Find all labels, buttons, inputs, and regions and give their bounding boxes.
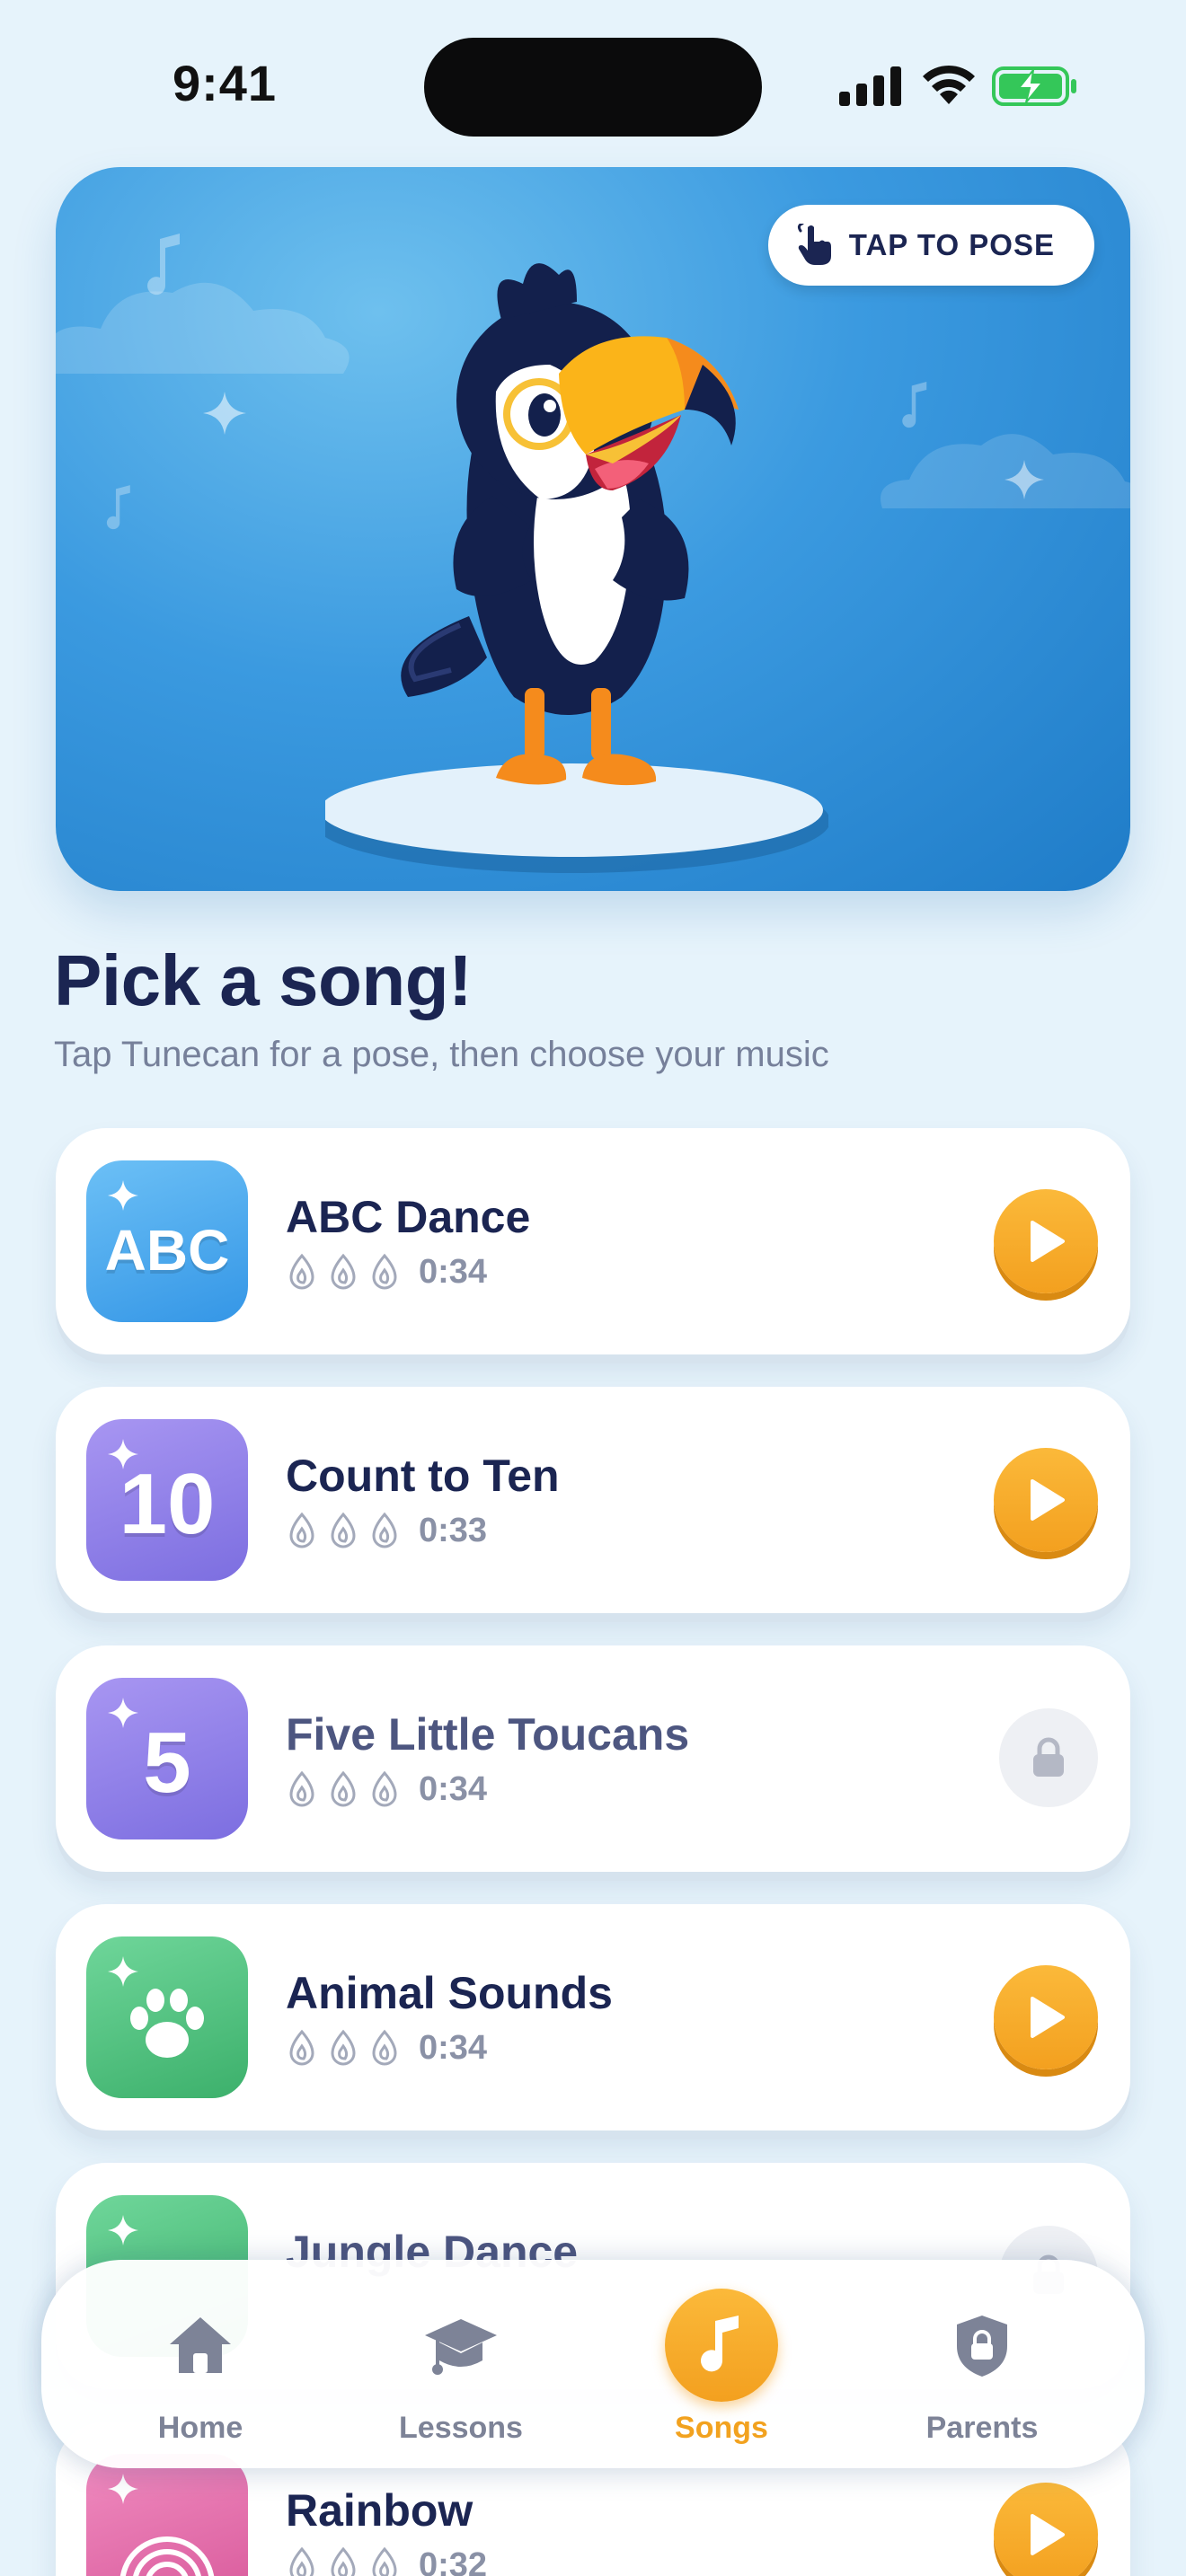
tab-label: Lessons: [399, 2411, 523, 2445]
difficulty-icons: [289, 2546, 397, 2576]
song-title: ABC Dance: [286, 1192, 531, 1242]
song-thumbnail: 5: [86, 1678, 248, 1839]
lock-icon: [1033, 1737, 1064, 1777]
toucan-mascot-illustration[interactable]: [325, 230, 828, 877]
sparkle-icon: [108, 1698, 138, 1728]
song-title: Rainbow: [286, 2485, 474, 2536]
play-icon: [1031, 1479, 1065, 1521]
cloud-decoration: [56, 282, 350, 374]
song-thumb-text: 10: [119, 1456, 216, 1552]
difficulty-icons: [289, 1770, 397, 1807]
bottom-tab-bar: Home Lessons Songs Parents: [41, 2260, 1145, 2468]
song-duration: 0:34: [419, 2028, 488, 2067]
locked-indicator[interactable]: [999, 1708, 1098, 1807]
dynamic-island: [424, 38, 762, 137]
play-button[interactable]: [994, 1448, 1098, 1552]
tap-to-pose-label: TAP TO POSE: [848, 228, 1055, 261]
song-meta: 0:32: [286, 2545, 487, 2576]
page-subtitle: Tap Tunecan for a pose, then choose your…: [54, 1035, 829, 1074]
difficulty-icons: [289, 1512, 397, 1548]
song-thumb-text: ABC: [104, 1218, 230, 1283]
music-note-icon: [701, 2316, 739, 2372]
song-thumbnail: [86, 2454, 248, 2576]
sparkle-icon: [108, 1439, 138, 1469]
song-meta: 0:34: [286, 2028, 487, 2068]
status-bar: 9:41: [0, 0, 1186, 171]
song-card[interactable]: 10 Count to Ten 0:33: [56, 1387, 1130, 1613]
song-meta: 0:34: [286, 1252, 487, 1292]
play-button[interactable]: [994, 1189, 1098, 1293]
battery-charging-icon: [992, 66, 1076, 106]
play-icon: [1031, 1221, 1065, 1262]
difficulty-icons: [289, 2029, 397, 2066]
sparkle-icon: [108, 1956, 138, 1987]
song-duration: 0:34: [419, 1769, 488, 1808]
song-meta: 0:34: [286, 1769, 487, 1809]
play-button[interactable]: [994, 1965, 1098, 2069]
play-icon: [1031, 2514, 1065, 2555]
song-title: Animal Sounds: [286, 1968, 613, 2018]
tab-home[interactable]: Home: [97, 2260, 304, 2468]
play-button[interactable]: [994, 2483, 1098, 2576]
play-icon: [1031, 1997, 1065, 2038]
status-time: 9:41: [172, 55, 278, 111]
sparkle-decoration: [1005, 460, 1044, 499]
active-tab-indicator: [665, 2289, 778, 2402]
song-card[interactable]: 5 Five Little Toucans 0:34: [56, 1645, 1130, 1872]
home-icon: [170, 2317, 231, 2373]
song-thumbnail: 10: [86, 1419, 248, 1581]
wifi-icon: [923, 65, 975, 104]
song-duration: 0:34: [419, 1252, 488, 1291]
song-thumbnail: [86, 1936, 248, 2098]
song-meta: 0:33: [286, 1511, 487, 1550]
cellular-signal-icon: [839, 66, 901, 106]
tab-songs[interactable]: Songs: [618, 2260, 825, 2468]
tab-label: Home: [157, 2411, 243, 2445]
song-card[interactable]: Animal Sounds 0:34: [56, 1904, 1130, 2130]
song-thumbnail: ABC: [86, 1160, 248, 1322]
sparkle-icon: [108, 2474, 138, 2504]
song-duration: 0:33: [419, 1511, 488, 1549]
sparkle-icon: [108, 1180, 138, 1211]
music-note-decoration: [147, 234, 180, 296]
graduation-cap-icon: [425, 2319, 497, 2375]
tab-parents[interactable]: Parents: [879, 2260, 1085, 2468]
paw-icon: [130, 1989, 204, 2058]
shield-lock-icon: [957, 2316, 1007, 2377]
music-note-decoration: [106, 485, 130, 530]
music-note-decoration: [902, 382, 927, 428]
tab-label: Parents: [925, 2411, 1039, 2445]
tab-lessons[interactable]: Lessons: [358, 2260, 564, 2468]
sparkle-decoration: [203, 392, 246, 435]
sparkle-icon: [108, 2215, 138, 2245]
hero-toucan-stage[interactable]: TAP TO POSE: [56, 167, 1130, 891]
tab-label: Songs: [675, 2411, 768, 2445]
difficulty-icons: [289, 1253, 397, 1290]
song-thumb-text: 5: [143, 1715, 191, 1811]
song-card[interactable]: ABC ABC Dance 0:34: [56, 1128, 1130, 1354]
song-duration: 0:32: [419, 2545, 488, 2576]
song-title: Five Little Toucans: [286, 1709, 690, 1760]
rainbow-icon: [119, 2536, 215, 2576]
song-title: Count to Ten: [286, 1451, 560, 1501]
page-title: Pick a song!: [54, 940, 473, 1020]
